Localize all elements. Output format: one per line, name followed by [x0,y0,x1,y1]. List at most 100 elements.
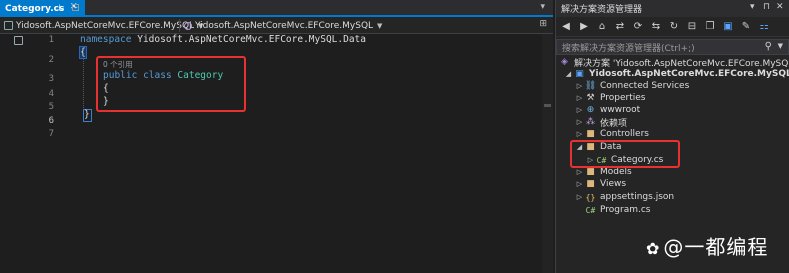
back-icon[interactable]: ◀ [560,21,572,32]
tree-item-dependencies[interactable]: ▷ ⁂ 依赖项 [575,116,627,129]
tree-item-models[interactable]: ▷ ■ Models [575,166,632,179]
collapsed-arrow-icon[interactable]: ▷ [575,106,584,114]
collapsed-arrow-icon[interactable]: ▷ [575,118,584,126]
line-number: 7 [48,129,54,139]
pin-icon[interactable]: ⊓ [763,2,770,12]
window-menu-button[interactable]: ▾ [750,2,755,12]
search-placeholder: 搜索解决方案资源管理器(Ctrl+;) [562,43,695,54]
tree-item-category-cs[interactable]: ▷ C# Category.cs [586,154,664,167]
chevron-down-icon[interactable]: ▾ [540,2,545,12]
line-number: 3 [48,74,54,84]
search-icon[interactable]: ⚲ [765,41,772,52]
solution-icon: ◈ [561,57,568,68]
refresh-icon[interactable]: ↻ [668,21,680,32]
globe-icon: ⊕ [586,105,595,116]
reference-codelens[interactable]: 0 个引用 [103,59,133,70]
folder-icon: ■ [586,129,595,140]
code-view-icon[interactable]: ⚏ [758,21,770,32]
editor-tab-bar: Category.cs ⊥ ✕ ▾ [0,0,553,17]
collapsed-arrow-icon[interactable]: ▷ [575,130,584,138]
project-combo[interactable]: Yidosoft.AspNetCoreMvc.EFCore.MySQL ▼ [4,19,203,32]
editor-navigation-bar: Yidosoft.AspNetCoreMvc.EFCore.MySQL ▼ Yi… [0,17,553,34]
tree-item-program-cs[interactable]: C# Program.cs [575,204,651,217]
code-line-5[interactable]: } [103,96,109,107]
solution-explorer-titlebar: 解决方案资源管理器 ▾ ⊓ ✕ [556,0,789,17]
tree-item-label: Program.cs [600,205,651,216]
code-line-2[interactable]: { [79,46,87,59]
csharp-file-icon: C# [585,205,596,215]
tree-item-wwwroot[interactable]: ▷ ⊕ wwwroot [575,104,640,117]
preview-icon[interactable]: ▣ [722,21,734,32]
collapsed-arrow-icon[interactable]: ▷ [575,180,584,188]
vertical-scrollbar[interactable] [542,34,553,273]
pending-changes-icon[interactable]: ⟳ [632,21,644,32]
tree-item-label: appsettings.json [600,192,675,203]
collapsed-arrow-icon[interactable]: ▷ [575,168,584,176]
switch-view-icon[interactable]: ⇄ [614,21,626,32]
brace-inner-open: { [103,83,109,94]
class-name: Category [177,70,224,81]
tree-item-appsettings[interactable]: ▷ {} appsettings.json [575,191,674,204]
properties-icon[interactable]: ✎ [740,21,752,32]
tree-item-label: Category.cs [611,155,664,166]
code-line-1[interactable]: namespace Yidosoft.AspNetCoreMvc.EFCore.… [80,34,366,45]
brace-outer-open: { [79,46,87,59]
chevron-down-icon[interactable]: ▼ [778,42,783,50]
tree-item-data[interactable]: ◢ ■ Data [575,141,622,154]
tree-item-connected-services[interactable]: ▷ ⛓ Connected Services [575,80,689,93]
home-icon[interactable]: ⌂ [596,21,608,32]
expanded-arrow-icon[interactable]: ◢ [564,70,573,78]
collapsed-arrow-icon[interactable]: ▷ [586,156,595,164]
close-icon[interactable]: ✕ [776,2,784,12]
folder-icon: ■ [586,167,595,178]
tree-item-views[interactable]: ▷ ■ Views [575,178,626,191]
pin-icon[interactable]: ⊥ [56,3,63,12]
namespace-name: Yidosoft.AspNetCoreMvc.EFCore.MySQL.Data [137,34,366,45]
collapse-toggle-icon[interactable]: − [72,4,79,11]
tree-item-label: Connected Services [600,81,690,92]
watermark-text: @一都编程 [663,235,769,259]
scope-combo[interactable]: Yidosoft.AspNetCoreMvc.EFCore.MySQL ▼ [184,19,382,32]
collapsed-arrow-icon[interactable]: ▷ [575,82,584,90]
solution-explorer-toolbar: ◀ ▶ ⌂ ⇄ ⟳ ⇆ ↻ ⊟ ❐ ▣ ✎ ⚏ [556,17,789,37]
show-all-files-icon[interactable]: ❐ [704,21,716,32]
tree-item-controllers[interactable]: ▷ ■ Controllers [575,128,649,141]
scroll-marker [544,104,551,107]
collapsed-arrow-icon[interactable]: ▷ [575,94,584,102]
tree-item-label: 解决方案 'Yidosoft.AspNetCoreMvc.EFCore.MySQ… [574,58,789,69]
tree-item-solution[interactable]: ◈ 解决方案 'Yidosoft.AspNetCoreMvc.EFCore.My… [558,56,789,69]
tree-item-label: Data [600,142,622,153]
csharp-project-icon [4,21,13,30]
collapse-all-icon[interactable]: ⊟ [686,21,698,32]
wrench-icon: ⚒ [586,93,595,104]
tree-item-project[interactable]: ◢ ▣ Yidosoft.AspNetCoreMvc.EFCore.MySQL [564,68,789,81]
watermark: ✿ @一都编程 [646,231,768,260]
code-line-3[interactable]: public class Category [103,70,223,81]
project-combo-label: Yidosoft.AspNetCoreMvc.EFCore.MySQL [16,20,195,31]
json-file-icon: {} [585,192,596,202]
tree-item-label: Properties [600,93,646,104]
toutiao-logo-icon: ✿ [646,239,661,258]
code-editor[interactable]: Category.cs ⊥ ✕ ▾ Yidosoft.AspNetCoreMvc… [0,0,553,273]
line-number: 5 [48,102,54,112]
line-number: 1 [48,35,54,45]
solution-explorer-title: 解决方案资源管理器 [561,5,643,15]
code-line-4[interactable]: { [103,83,109,94]
tree-item-label: Controllers [600,129,649,140]
tree-item-label: Yidosoft.AspNetCoreMvc.EFCore.MySQL [589,69,789,80]
sync-icon[interactable]: ⇆ [650,21,662,32]
tree-item-label: Models [600,167,632,178]
tree-item-properties[interactable]: ▷ ⚒ Properties [575,92,646,105]
brace-outer-close: } [84,109,90,120]
navbar-divider [179,19,180,32]
scope-combo-label: Yidosoft.AspNetCoreMvc.EFCore.MySQL [195,20,374,31]
expanded-arrow-icon[interactable]: ◢ [575,143,584,151]
line-number: 4 [48,89,54,99]
solution-search-input[interactable]: 搜索解决方案资源管理器(Ctrl+;) ⚲ ▼ [556,39,789,55]
line-number: 2 [48,55,54,65]
forward-icon[interactable]: ▶ [578,21,590,32]
collapsed-arrow-icon[interactable]: ▷ [575,193,584,201]
split-editor-icon[interactable]: ⊞ [539,19,547,29]
code-line-6[interactable]: } [84,109,90,120]
line-number-current: 6 [48,116,54,126]
